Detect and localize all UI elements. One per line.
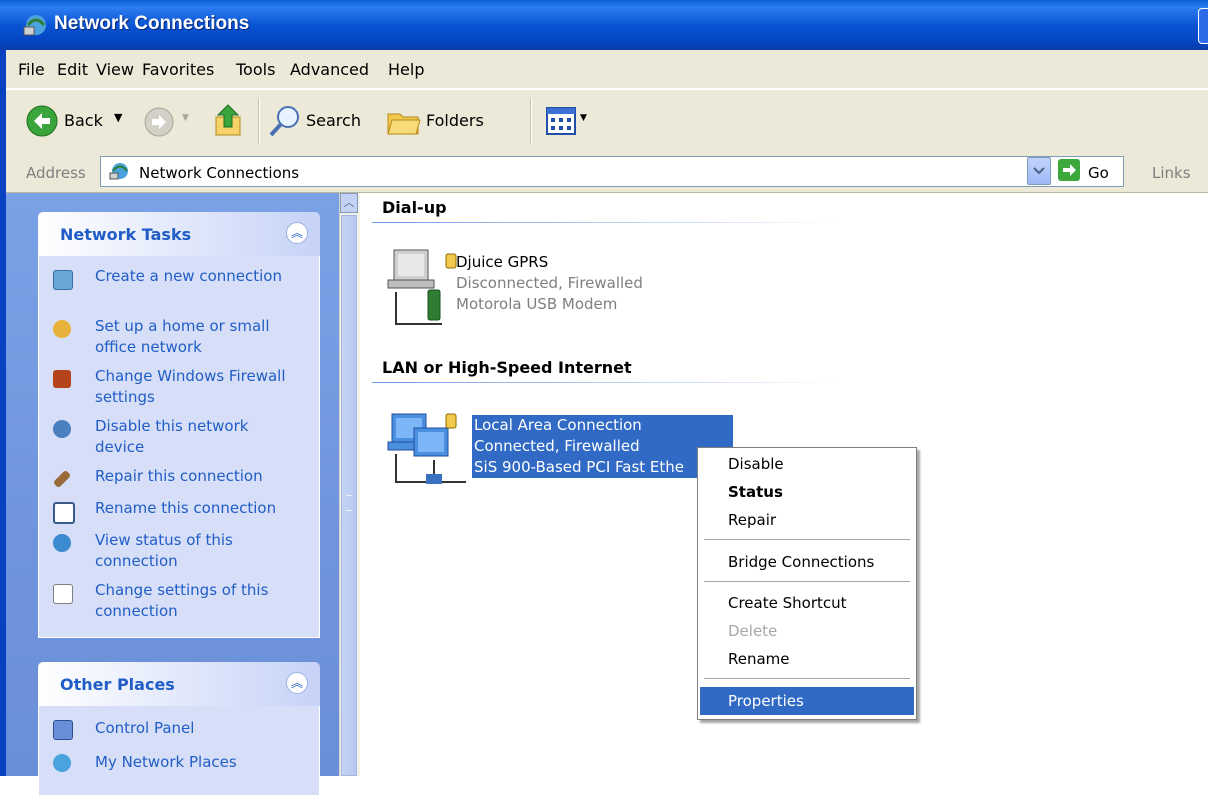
toolbar: Back ▼ ▼ Search Folders ▼ [6,89,1208,153]
back-button[interactable]: Back [64,111,103,130]
group-divider [372,382,842,383]
task-pane: Network Tasks ︽ Create a new connection … [6,193,339,796]
menu-view[interactable]: View [96,60,134,79]
task-label: Change Windows Firewall settings [95,367,286,406]
disable-device-icon [53,420,71,438]
connection-name: Djuice GPRS [456,253,549,271]
task-label: Repair this connection [95,467,263,485]
network-places-icon [53,754,71,772]
group-divider [372,222,842,223]
firewall-icon [53,370,71,388]
connection-status: Disconnected, Firewalled [456,274,643,292]
folders-icon[interactable] [386,104,422,138]
title-bar[interactable]: Network Connections [0,0,1208,50]
connection-dialup[interactable]: Djuice GPRS Disconnected, Firewalled Mot… [384,246,674,326]
window-title: Network Connections [54,13,250,34]
ctx-rename[interactable]: Rename [700,645,914,673]
group-title-dialup: Dial-up [382,198,447,217]
ctx-bridge-connections[interactable]: Bridge Connections [700,548,914,576]
ctx-create-shortcut[interactable]: Create Shortcut [700,589,914,617]
place-label: Control Panel [95,719,195,737]
menu-separator [704,581,910,582]
views-icon[interactable] [546,107,576,135]
task-label: Create a new connection [95,267,282,285]
ctx-repair[interactable]: Repair [700,506,914,534]
group-title-lan: LAN or High-Speed Internet [382,358,632,377]
address-value: Network Connections [139,164,300,182]
menu-file[interactable]: File [18,60,45,79]
forward-arrow-icon[interactable] [144,107,174,137]
search-icon[interactable] [268,104,302,138]
connection-lan-selected-label[interactable]: Local Area Connection Connected, Firewal… [472,415,733,478]
home-network-icon [53,320,71,338]
back-dropdown-icon[interactable]: ▼ [114,111,122,124]
control-panel-icon [53,720,73,740]
context-menu: Disable Status Repair Bridge Connections… [697,447,917,720]
menu-separator [704,678,910,679]
right-arrow-icon [1063,164,1076,176]
connection-status: Connected, Firewalled [474,437,640,455]
menu-separator [704,539,910,540]
other-places-header[interactable]: Other Places ︽ [38,662,320,706]
toolbar-separator [258,98,260,144]
connection-device: Motorola USB Modem [456,295,618,313]
up-folder-icon[interactable] [212,103,246,139]
network-tasks-body: Create a new connection Set up a home or… [38,256,320,638]
address-label: Address [26,164,86,182]
menu-favorites[interactable]: Favorites [142,60,214,79]
repair-icon [52,469,72,489]
menu-advanced[interactable]: Advanced [290,60,369,79]
menu-tools[interactable]: Tools [236,60,275,79]
place-label: My Network Places [95,753,237,771]
search-button[interactable]: Search [306,111,361,130]
ctx-properties[interactable]: Properties [700,687,914,715]
task-label: Set up a home or small office network [95,317,270,356]
task-label: View status of this connection [95,531,233,570]
settings-icon [53,584,73,604]
ctx-disable[interactable]: Disable [700,450,914,478]
status-icon [53,534,71,552]
task-label: Change settings of this connection [95,581,269,620]
address-input[interactable]: Network Connections [100,156,1124,187]
connection-name: Local Area Connection [474,416,642,434]
ctx-status[interactable]: Status [700,478,914,506]
other-places-title: Other Places [60,675,175,694]
views-dropdown-icon[interactable]: ▼ [580,113,587,123]
links-button[interactable]: Links [1152,164,1191,182]
collapse-icon[interactable]: ︽ [286,222,308,244]
forward-dropdown-icon[interactable]: ▼ [182,113,189,123]
scroll-grip [346,495,352,511]
rename-icon [53,502,75,524]
new-connection-icon [53,270,73,290]
other-places-body: Control Panel My Network Places [38,706,320,796]
network-tasks-header[interactable]: Network Tasks ︽ [38,212,320,256]
chevron-down-icon [1033,167,1045,175]
menu-edit[interactable]: Edit [57,60,88,79]
back-arrow-icon[interactable] [26,105,58,137]
menu-bar: File Edit View Favorites Tools Advanced … [6,50,1208,89]
toolbar-separator [530,98,532,144]
task-label: Rename this connection [95,499,277,517]
connection-device: SiS 900-Based PCI Fast Ethe [474,458,685,476]
minimize-button[interactable] [1198,8,1208,44]
network-connections-icon [23,15,46,36]
go-button[interactable]: Go [1088,164,1109,182]
collapse-icon[interactable]: ︽ [286,672,308,694]
go-arrow-icon[interactable] [1058,159,1080,181]
task-label: Disable this network device [95,417,249,456]
address-dropdown-button[interactable] [1027,157,1051,185]
network-connections-icon [109,163,128,180]
network-tasks-title: Network Tasks [60,225,192,244]
scroll-up-button[interactable]: ︿ [340,193,358,213]
menu-help[interactable]: Help [388,60,424,79]
folders-button[interactable]: Folders [426,111,484,130]
ctx-delete[interactable]: Delete [700,617,914,645]
lan-connection-icon [387,413,466,484]
